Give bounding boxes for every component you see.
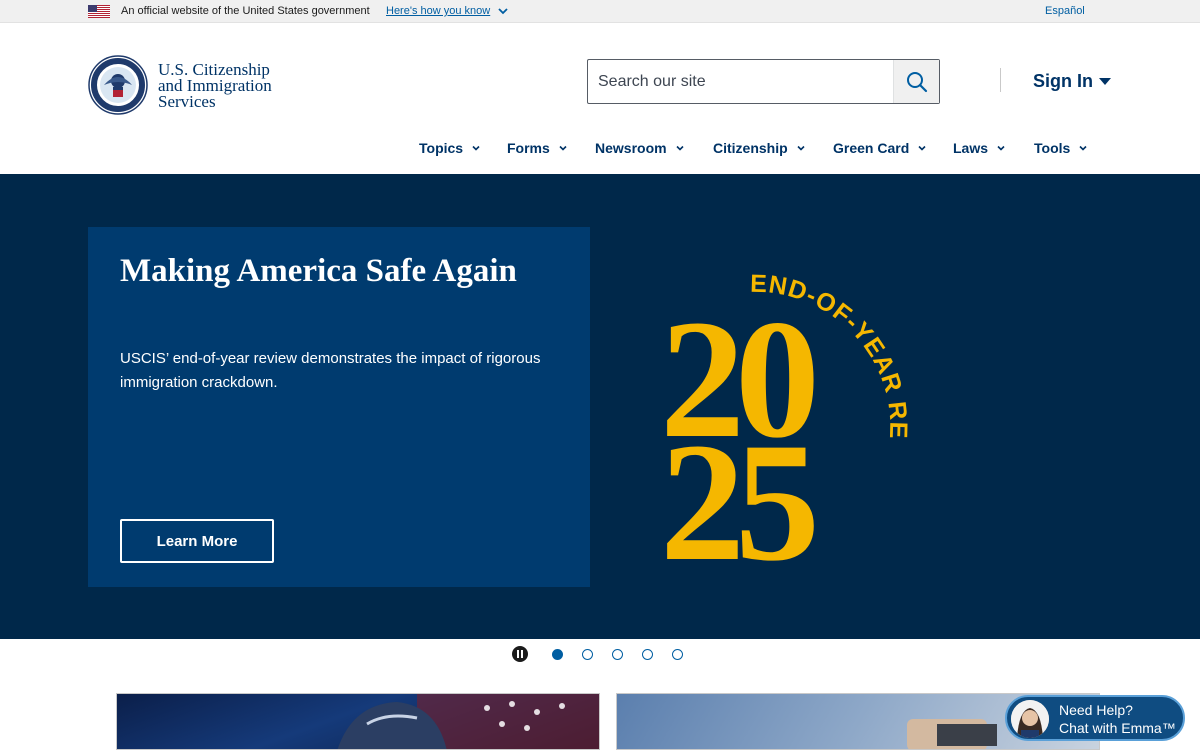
nav-forms[interactable]: Forms	[507, 140, 568, 156]
pause-icon[interactable]	[512, 646, 528, 662]
nav-label: Newsroom	[595, 140, 667, 156]
sign-in-label: Sign In	[1033, 71, 1093, 91]
language-link-espanol[interactable]: Español	[1045, 5, 1085, 17]
end-of-year-review-2025-graphic: END-OF-YEAR REVIEW 20 25	[640, 244, 911, 574]
chevron-down-icon	[1079, 145, 1087, 151]
caret-down-icon	[1099, 77, 1111, 85]
header-divider	[1000, 68, 1001, 92]
official-website-text: An official website of the United States…	[121, 5, 370, 17]
search-button[interactable]	[893, 60, 939, 103]
nav-label: Topics	[419, 140, 464, 156]
main-nav: Topics Forms Newsroom Citizenship Green …	[0, 136, 1200, 160]
chevron-down-icon	[472, 145, 480, 151]
search-box	[587, 59, 940, 104]
sign-in-button[interactable]: Sign In	[1033, 71, 1111, 92]
nav-green-card[interactable]: Green Card	[833, 140, 927, 156]
chat-line-1: Need Help?	[1059, 702, 1133, 718]
nav-laws[interactable]: Laws	[953, 140, 1006, 156]
feature-card-image-eagle-flag[interactable]	[116, 693, 600, 750]
hero-title: Making America Safe Again	[120, 253, 517, 289]
search-input[interactable]	[588, 60, 894, 103]
us-flag-icon	[88, 5, 110, 18]
chevron-down-icon	[676, 145, 684, 151]
emma-avatar	[1011, 700, 1049, 738]
gov-banner: An official website of the United States…	[0, 0, 1200, 23]
carousel-dot-2[interactable]	[582, 649, 593, 660]
chevron-down-icon	[559, 145, 567, 151]
dhs-seal-icon[interactable]	[88, 55, 148, 115]
chat-text: Need Help? Chat with Emma™	[1059, 701, 1176, 737]
nav-label: Citizenship	[713, 140, 788, 156]
art-year-bottom: 25	[660, 408, 814, 574]
uscis-logo-text[interactable]: U.S. Citizenship and Immigration Service…	[158, 61, 272, 111]
chat-line-2: Chat with Emma™	[1059, 720, 1176, 736]
nav-tools[interactable]: Tools	[1034, 140, 1088, 156]
carousel-dot-5[interactable]	[672, 649, 683, 660]
heres-how-you-know-link[interactable]: Here's how you know	[386, 5, 490, 17]
logo-line: Services	[158, 92, 216, 111]
carousel-dot-3[interactable]	[612, 649, 623, 660]
chat-with-emma-button[interactable]: Need Help? Chat with Emma™	[1005, 695, 1185, 741]
carousel-dot-1[interactable]	[552, 649, 563, 660]
nav-topics[interactable]: Topics	[419, 140, 481, 156]
search-icon	[906, 71, 927, 92]
learn-more-button[interactable]: Learn More	[120, 519, 274, 563]
chevron-down-icon	[997, 145, 1005, 151]
nav-label: Forms	[507, 140, 550, 156]
hero-carousel-slide: Making America Safe Again USCIS’ end-of-…	[0, 174, 1200, 639]
chevron-down-icon[interactable]	[497, 5, 509, 17]
nav-citizenship[interactable]: Citizenship	[713, 140, 806, 156]
hero-card: Making America Safe Again USCIS’ end-of-…	[88, 227, 590, 587]
nav-label: Tools	[1034, 140, 1071, 156]
nav-label: Green Card	[833, 140, 910, 156]
nav-newsroom[interactable]: Newsroom	[595, 140, 685, 156]
nav-label: Laws	[953, 140, 989, 156]
chevron-down-icon	[918, 145, 926, 151]
carousel-dot-4[interactable]	[642, 649, 653, 660]
eagle-flag-image	[337, 694, 599, 749]
chevron-down-icon	[797, 145, 805, 151]
hero-description: USCIS’ end-of-year review demonstrates t…	[120, 350, 541, 391]
